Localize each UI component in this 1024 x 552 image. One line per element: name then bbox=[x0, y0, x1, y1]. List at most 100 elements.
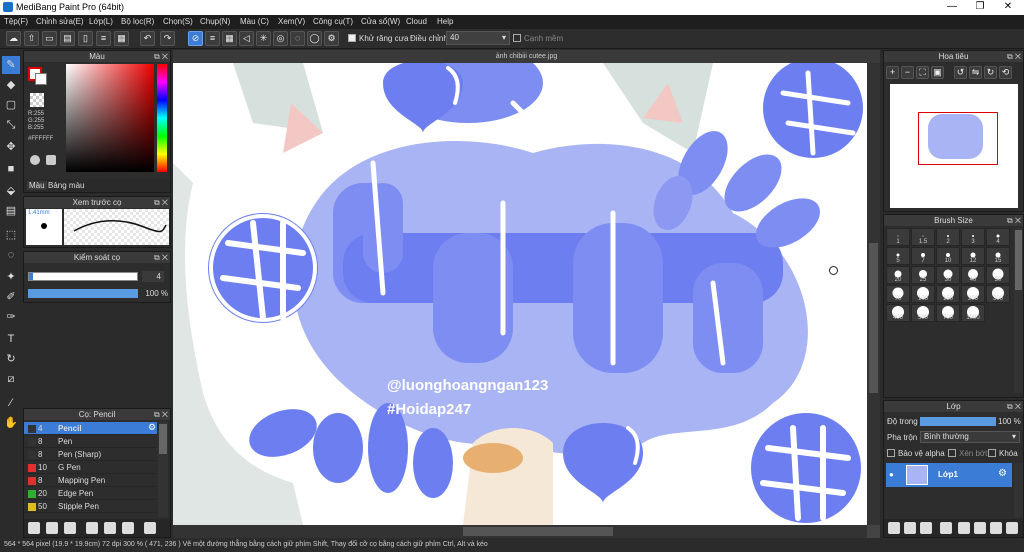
comment-icon[interactable]: ▭ bbox=[42, 31, 57, 46]
background-color-swatch[interactable] bbox=[35, 73, 47, 85]
snap-parallel-icon[interactable]: ≡ bbox=[205, 31, 220, 46]
gear-icon[interactable]: ⚙ bbox=[998, 468, 1007, 479]
brush-size-cell[interactable]: 200 bbox=[961, 285, 985, 303]
brush-size-cell[interactable]: 50 bbox=[986, 266, 1010, 284]
list-icon[interactable]: ≡ bbox=[96, 31, 111, 46]
add-brush-icon[interactable] bbox=[28, 522, 40, 534]
close-icon[interactable]: ⧉ ✕ bbox=[154, 51, 168, 62]
edge-checkbox[interactable] bbox=[513, 34, 521, 42]
close-icon[interactable]: ⧉ ✕ bbox=[1007, 51, 1021, 62]
text-tool-icon[interactable]: T bbox=[2, 330, 20, 348]
snap-settings-icon[interactable]: ⚙ bbox=[324, 31, 339, 46]
select-pen-icon[interactable]: ✐ bbox=[2, 288, 20, 306]
brush-size-slider[interactable] bbox=[28, 272, 138, 281]
brush-size-cell[interactable]: 20 bbox=[886, 266, 910, 284]
blend-mode-select[interactable]: Bình thường ▾ bbox=[920, 431, 1020, 443]
antialias-checkbox[interactable] bbox=[348, 34, 356, 42]
rotate-right-icon[interactable]: ↻ bbox=[984, 66, 997, 79]
brush-size-cell[interactable]: 5 bbox=[886, 247, 910, 265]
lock-checkbox[interactable] bbox=[988, 449, 996, 457]
canvas-image[interactable]: @luonghoangngan123 #Hoidap247 bbox=[173, 63, 867, 525]
new-folder-icon[interactable] bbox=[920, 522, 932, 534]
eyedropper-small-icon[interactable] bbox=[46, 155, 56, 165]
zoom-out-icon[interactable]: − bbox=[901, 66, 914, 79]
adjust-select[interactable]: 40 ▾ bbox=[446, 31, 510, 45]
actual-size-icon[interactable]: ▣ bbox=[931, 66, 944, 79]
close-icon[interactable]: ⧉ ✕ bbox=[1007, 401, 1021, 412]
brush-size-cell[interactable]: 300 bbox=[986, 285, 1010, 303]
menu-color[interactable]: Màu (C) bbox=[240, 17, 269, 26]
menu-tools[interactable]: Công cụ(T) bbox=[313, 17, 353, 26]
brush-size-cell[interactable]: 15 bbox=[986, 247, 1010, 265]
menu-filter[interactable]: Bộ lọc(R) bbox=[121, 17, 154, 26]
divide-tool-icon[interactable]: ⧄ bbox=[2, 370, 20, 388]
menu-cloud[interactable]: Cloud bbox=[406, 17, 427, 26]
close-icon[interactable]: ⧉ ✕ bbox=[154, 409, 168, 420]
list-item[interactable]: 8 Pen (Sharp) bbox=[24, 448, 157, 461]
close-icon[interactable]: ⧉ ✕ bbox=[1007, 215, 1021, 226]
copy-brush-icon[interactable] bbox=[122, 522, 134, 534]
brush-size-cell[interactable]: 25 bbox=[911, 266, 935, 284]
list-item[interactable]: 8 Mapping Pen bbox=[24, 474, 157, 487]
brush-opacity-slider[interactable] bbox=[28, 289, 138, 298]
minimize-button[interactable]: — bbox=[938, 0, 966, 15]
menu-file[interactable]: Tệp(F) bbox=[4, 17, 28, 26]
brush-size-cell[interactable]: 30 bbox=[936, 266, 960, 284]
clip-checkbox[interactable] bbox=[948, 449, 956, 457]
scrollbar-thumb[interactable] bbox=[463, 527, 613, 536]
new-brush-icon[interactable] bbox=[46, 522, 58, 534]
tab-color[interactable]: Màu bbox=[27, 181, 47, 190]
move-down-icon[interactable] bbox=[958, 522, 970, 534]
upload-icon[interactable]: ⇧ bbox=[24, 31, 39, 46]
brush-size-cell[interactable]: 1000 bbox=[961, 304, 985, 322]
trash-icon[interactable] bbox=[144, 522, 156, 534]
flip-icon[interactable]: ⇋ bbox=[969, 66, 982, 79]
folder-icon[interactable] bbox=[104, 522, 116, 534]
list-item[interactable]: 4 Pencil bbox=[24, 422, 157, 435]
close-icon[interactable]: ⧉ ✕ bbox=[154, 197, 168, 208]
layer-scrollbar[interactable] bbox=[1014, 463, 1023, 517]
menu-help[interactable]: Help bbox=[437, 17, 453, 26]
select-eraser-icon[interactable]: ✑ bbox=[2, 308, 20, 326]
vertical-scrollbar[interactable] bbox=[867, 63, 880, 525]
operation-tool-icon[interactable]: ↻ bbox=[2, 350, 20, 368]
grid-icon[interactable]: ▦ bbox=[114, 31, 129, 46]
navigator-thumbnail[interactable] bbox=[890, 84, 1018, 208]
brush-size-cell[interactable]: 2 bbox=[936, 228, 960, 246]
brush-size-cell[interactable]: 4 bbox=[986, 228, 1010, 246]
page-icon[interactable]: ▯ bbox=[78, 31, 93, 46]
brush-size-cell[interactable]: 1 bbox=[886, 228, 910, 246]
trash-icon[interactable] bbox=[1006, 522, 1018, 534]
brush-size-cell[interactable]: 100 bbox=[911, 285, 935, 303]
brush-size-cell[interactable]: 70 bbox=[886, 285, 910, 303]
brush-size-cell[interactable]: 3 bbox=[961, 228, 985, 246]
brush-size-cell[interactable]: 7 bbox=[911, 247, 935, 265]
merge-layer-icon[interactable] bbox=[974, 522, 986, 534]
layer-row[interactable]: ● Lớp1 ⚙ bbox=[886, 463, 1012, 487]
magic-wand-icon[interactable]: ✦ bbox=[2, 268, 20, 286]
new-layer-icon[interactable] bbox=[888, 522, 900, 534]
brush-size-cell[interactable]: 500 bbox=[911, 304, 935, 322]
eye-icon[interactable]: ● bbox=[889, 470, 894, 479]
line-tool-icon[interactable]: ⤡ bbox=[2, 116, 20, 134]
scrollbar-thumb[interactable] bbox=[159, 424, 167, 454]
menu-edit[interactable]: Chỉnh sửa(E) bbox=[36, 17, 84, 26]
duplicate-layer-icon[interactable] bbox=[990, 522, 1002, 534]
list-item[interactable]: 10 G Pen bbox=[24, 461, 157, 474]
menu-layer[interactable]: Lớp(L) bbox=[89, 17, 113, 26]
snap-grid-icon[interactable]: ▦ bbox=[222, 31, 237, 46]
bucket-tool-icon[interactable]: ⬙ bbox=[2, 182, 20, 200]
rectangle-tool-icon[interactable]: ■ bbox=[2, 160, 20, 178]
list-item[interactable]: 20 Edge Pen bbox=[24, 487, 157, 500]
brush-size-cell[interactable]: 700 bbox=[936, 304, 960, 322]
list-item[interactable]: 50 Stipple Pen bbox=[24, 500, 157, 513]
saturation-brightness-picker[interactable] bbox=[66, 64, 154, 172]
brush-size-scrollbar[interactable] bbox=[1014, 228, 1023, 393]
import-brush-icon[interactable] bbox=[64, 522, 76, 534]
reset-icon[interactable]: ⟲ bbox=[999, 66, 1012, 79]
snap-perspective-icon[interactable]: ◁ bbox=[239, 31, 254, 46]
brush-tool-icon[interactable]: ✎ bbox=[2, 56, 20, 74]
gear-icon[interactable]: ⚙ bbox=[148, 422, 156, 433]
eyedropper-icon[interactable]: ⁄ bbox=[2, 394, 20, 412]
close-icon[interactable]: ⧉ ✕ bbox=[154, 252, 168, 263]
